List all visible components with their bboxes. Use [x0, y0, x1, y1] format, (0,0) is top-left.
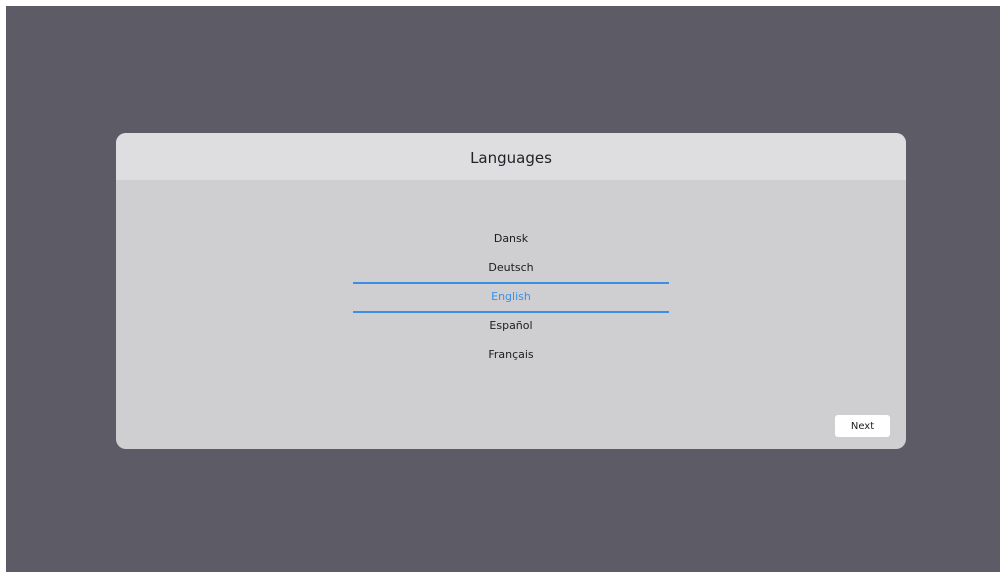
language-option-francais[interactable]: Français	[116, 340, 906, 369]
language-dialog: Languages Dansk Deutsch English Español …	[116, 133, 906, 449]
language-option-english[interactable]: English	[116, 282, 906, 311]
language-option-deutsch[interactable]: Deutsch	[116, 253, 906, 282]
next-button[interactable]: Next	[835, 415, 890, 437]
dialog-title: Languages	[470, 148, 552, 167]
language-list[interactable]: Dansk Deutsch English Español Français	[116, 224, 906, 369]
language-option-dansk[interactable]: Dansk	[116, 224, 906, 253]
screen-backdrop: Languages Dansk Deutsch English Español …	[6, 6, 1000, 572]
language-option-espanol[interactable]: Español	[116, 311, 906, 340]
dialog-header: Languages	[116, 133, 906, 180]
